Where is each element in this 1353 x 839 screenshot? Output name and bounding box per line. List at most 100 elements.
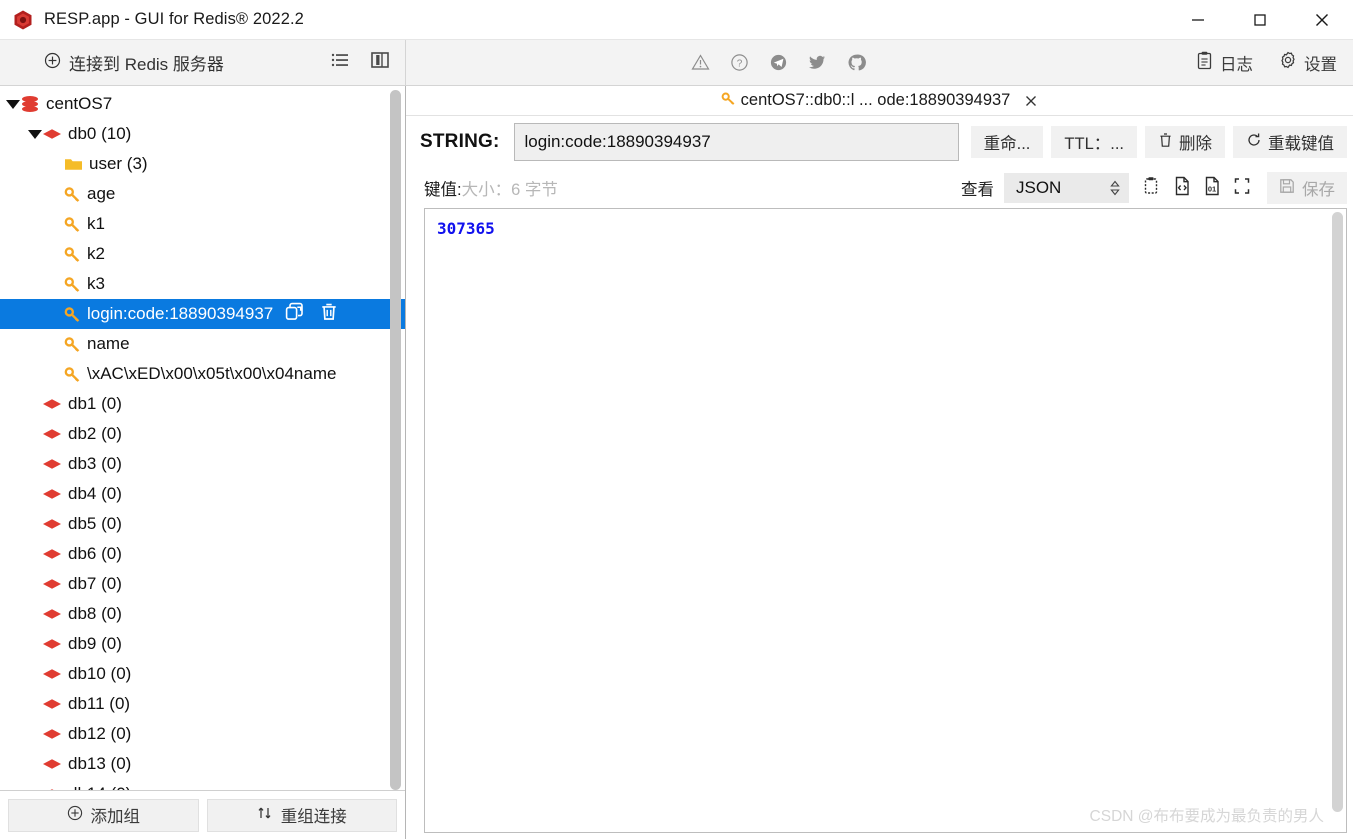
paste-clipboard-icon[interactable] [1143, 176, 1161, 201]
value-label: 键值: [424, 176, 462, 200]
tree-item[interactable]: db13 (0) [0, 749, 405, 779]
tree-item[interactable]: db2 (0) [0, 419, 405, 449]
plus-circle-icon [67, 805, 83, 826]
tree-twisty[interactable] [28, 130, 42, 139]
tree-item-label: user (3) [89, 154, 148, 174]
save-button[interactable]: 保存 [1267, 172, 1347, 204]
tree-item[interactable]: db0 (10) [0, 119, 405, 149]
main-toolbar: 连接到 Redis 服务器 [0, 40, 1353, 86]
tree-item[interactable]: db4 (0) [0, 479, 405, 509]
tree-item-label: db8 (0) [68, 604, 122, 624]
github-icon[interactable] [847, 53, 866, 72]
chevron-down-icon [28, 130, 42, 139]
list-icon[interactable] [331, 52, 349, 73]
toolbar-right-section: ? 日志 [406, 40, 1353, 85]
delete-key-icon[interactable] [320, 302, 338, 326]
close-icon[interactable] [1291, 0, 1353, 40]
tree-item[interactable]: db14 (0) [0, 779, 405, 790]
ttl-button[interactable]: TTL：... [1051, 126, 1137, 158]
key-icon [64, 186, 81, 203]
tree-item[interactable]: db10 (0) [0, 659, 405, 689]
reload-button[interactable]: 重载键值 [1233, 126, 1347, 158]
tree-item[interactable]: k2 [0, 239, 405, 269]
tree-item-label: db13 (0) [68, 754, 131, 774]
tree-item-label: db7 (0) [68, 574, 122, 594]
tree-item[interactable]: name [0, 329, 405, 359]
tree-item[interactable]: db1 (0) [0, 389, 405, 419]
tree-item[interactable]: centOS7 [0, 89, 405, 119]
rename-label: 重命... [984, 130, 1031, 154]
log-button[interactable]: 日志 [1196, 51, 1253, 75]
tree-item[interactable]: user (3) [0, 149, 405, 179]
split-panel-icon[interactable] [371, 52, 389, 73]
twitter-icon[interactable] [808, 53, 827, 72]
delete-button[interactable]: 删除 [1145, 126, 1225, 158]
tree-twisty[interactable] [6, 100, 20, 109]
tree-item[interactable]: login:code:18890394937 [0, 299, 405, 329]
save-label: 保存 [1302, 176, 1335, 200]
key-icon [64, 366, 81, 383]
tree-item[interactable]: k1 [0, 209, 405, 239]
sidebar-footer: 添加组 重组连接 [0, 790, 405, 839]
settings-button[interactable]: 设置 [1279, 51, 1337, 75]
key-icon [64, 246, 81, 263]
tree-item[interactable]: k3 [0, 269, 405, 299]
tab-label: centOS7::db0::l ... ode:18890394937 [741, 91, 1011, 110]
svg-text:?: ? [737, 59, 743, 70]
tree-item[interactable]: db3 (0) [0, 449, 405, 479]
value-toolbar: 键值: 大小：6 字节 查看 JSON [406, 168, 1353, 208]
key-icon [64, 276, 81, 293]
tree-item-label: k2 [87, 244, 105, 264]
maximize-icon[interactable] [1229, 0, 1291, 40]
tree-item[interactable]: db12 (0) [0, 719, 405, 749]
sidebar: centOS7db0 (10) user (3) agek1 k2 k3login:co… [0, 86, 406, 839]
sidebar-scrollbar[interactable] [390, 90, 401, 790]
connection-tree[interactable]: centOS7db0 (10) user (3) agek1 k2 k3login:co… [0, 86, 405, 790]
tree-item-label: db5 (0) [68, 514, 122, 534]
value-editor[interactable]: 307365 CSDN @布布要成为最负责的男人 [424, 208, 1347, 833]
active-key-tab[interactable]: centOS7::db0::l ... ode:18890394937 [721, 91, 1039, 111]
tree-item-label: db3 (0) [68, 454, 122, 474]
settings-label: 设置 [1304, 51, 1337, 75]
warning-icon[interactable] [691, 53, 710, 72]
help-circle-icon[interactable]: ? [730, 53, 749, 72]
tree-item[interactable]: db7 (0) [0, 569, 405, 599]
minimize-icon[interactable] [1167, 0, 1229, 40]
copy-key-icon[interactable] [285, 302, 306, 327]
rename-button[interactable]: 重命... [971, 126, 1044, 158]
connect-label: 连接到 Redis 服务器 [69, 50, 224, 75]
value-size-label: 大小：6 字节 [462, 176, 558, 200]
close-icon[interactable] [1024, 94, 1038, 108]
tree-item[interactable]: \xAC\xED\x00\x05t\x00\x04name [0, 359, 405, 389]
tree-item[interactable]: db5 (0) [0, 509, 405, 539]
watermark-label: CSDN @布布要成为最负责的男人 [1090, 804, 1324, 826]
tree-item[interactable]: db8 (0) [0, 599, 405, 629]
telegram-icon[interactable] [769, 53, 788, 72]
app-window: RESP.app - GUI for Redis® 2022.2 连接到 Red… [0, 0, 1353, 839]
view-mode-value: JSON [1016, 178, 1061, 198]
tab-bar: centOS7::db0::l ... ode:18890394937 [406, 86, 1353, 116]
reload-icon [1246, 132, 1262, 153]
title-bar: RESP.app - GUI for Redis® 2022.2 [0, 0, 1353, 40]
db-diamond-icon [42, 397, 62, 411]
tree-item[interactable]: db11 (0) [0, 689, 405, 719]
db-diamond-icon [42, 517, 62, 531]
reload-label: 重载键值 [1268, 130, 1334, 154]
view-mode-select[interactable]: JSON [1004, 173, 1129, 203]
tree-item[interactable]: age [0, 179, 405, 209]
add-group-button[interactable]: 添加组 [8, 799, 199, 832]
toolbar-left-section: 连接到 Redis 服务器 [0, 40, 406, 85]
fullscreen-icon[interactable] [1233, 177, 1251, 200]
value-scrollbar[interactable] [1332, 212, 1343, 812]
binary-file-icon[interactable]: 01 [1203, 176, 1221, 201]
tree-item[interactable]: db6 (0) [0, 539, 405, 569]
tree-item-label: db9 (0) [68, 634, 122, 654]
db-diamond-icon [42, 127, 62, 141]
reorder-connections-button[interactable]: 重组连接 [207, 799, 398, 832]
folder-icon [64, 156, 83, 172]
connect-to-redis-button[interactable]: 连接到 Redis 服务器 [0, 50, 331, 75]
key-name-input[interactable]: login:code:18890394937 [514, 123, 959, 161]
tree-item[interactable]: db9 (0) [0, 629, 405, 659]
value-content: 307365 [425, 209, 1346, 248]
code-file-icon[interactable] [1173, 176, 1191, 201]
